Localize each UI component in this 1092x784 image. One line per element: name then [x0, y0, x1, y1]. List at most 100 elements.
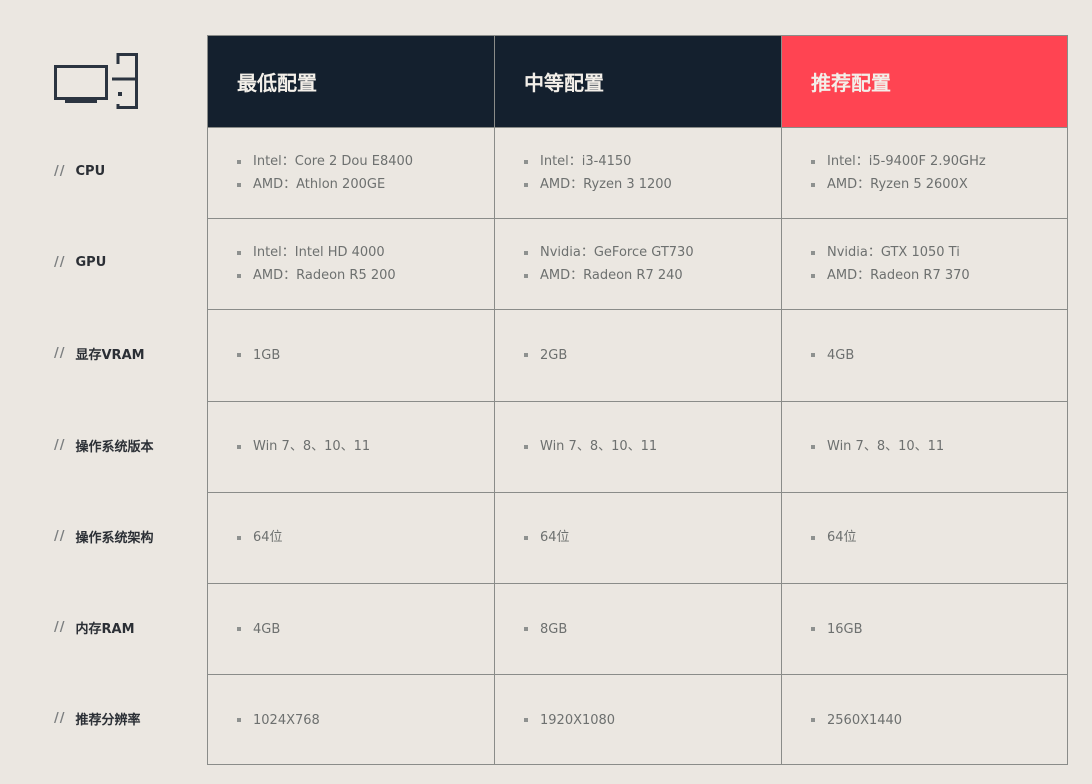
list-item: AMD：Ryzen 3 1200 [524, 173, 781, 196]
bullet-icon [237, 718, 241, 723]
column-header-minimum: 最低配置 [208, 36, 495, 127]
list-item: 64位 [524, 526, 781, 549]
list-item-text: Win 7、8、10、11 [540, 439, 658, 455]
row-label: // 推荐分辨率 [54, 673, 141, 764]
row-prefix: // [54, 346, 66, 361]
table-cell: Nvidia：GeForce GT730 AMD：Radeon R7 240 [495, 218, 782, 310]
table-cell: Win 7、8、10、11 [782, 400, 1067, 492]
row-label: // CPU [54, 126, 105, 217]
list-item: 8GB [524, 618, 781, 641]
list-item: AMD：Ryzen 5 2600X [811, 173, 1067, 196]
list-item: AMD：Radeon R7 370 [811, 264, 1067, 287]
list-item: AMD：Radeon R5 200 [237, 264, 494, 287]
list-item: Win 7、8、10、11 [524, 435, 781, 458]
bullet-icon [237, 273, 241, 278]
table-cell: 1024X768 [208, 674, 495, 766]
table-cell: 64位 [495, 491, 782, 583]
bullet-icon [524, 718, 528, 723]
bullet-icon [524, 250, 528, 255]
row-prefix: // [54, 438, 66, 453]
list-item-text: 8GB [540, 621, 568, 637]
row-prefix: // [54, 255, 66, 270]
list-item: 2GB [524, 344, 781, 367]
bullet-icon [524, 182, 528, 187]
list-item-text: 4GB [253, 621, 281, 637]
list-item-text: 2560X1440 [827, 712, 903, 728]
row-label: // GPU [54, 217, 106, 308]
bullet-icon [811, 159, 815, 164]
column-header-recommended: 推荐配置 [782, 36, 1067, 127]
list-item: Intel：i3-4150 [524, 150, 781, 173]
list-item: Win 7、8、10、11 [811, 435, 1067, 458]
row-label-text: CPU [75, 164, 106, 179]
bullet-icon [811, 627, 815, 632]
bullet-icon [524, 159, 528, 164]
desktop-computer-icon [54, 53, 138, 109]
list-item: 16GB [811, 618, 1067, 641]
list-item-text: 2GB [540, 347, 568, 363]
bullet-icon [237, 535, 241, 540]
row-prefix: // [54, 620, 66, 635]
list-item-text: 16GB [827, 621, 863, 637]
row-label-text: 操作系统版本 [75, 440, 154, 455]
bullet-icon [811, 182, 815, 187]
bullet-icon [524, 627, 528, 632]
list-item: 4GB [811, 344, 1067, 367]
table-cell: 1920X1080 [495, 674, 782, 766]
list-item-text: Intel：i3-4150 [540, 154, 632, 170]
bullet-icon [811, 250, 815, 255]
bullet-icon [237, 159, 241, 164]
table-cell: Intel：Intel HD 4000 AMD：Radeon R5 200 [208, 218, 495, 310]
table-cell: Nvidia：GTX 1050 Ti AMD：Radeon R7 370 [782, 218, 1067, 309]
list-item: AMD：Athlon 200GE [237, 173, 494, 196]
table-cell: 64位 [782, 491, 1067, 583]
table-cell: Intel：i5-9400F 2.90GHz AMD：Ryzen 5 2600X [782, 127, 1067, 218]
bullet-icon [811, 444, 815, 449]
list-item-text: Nvidia：GTX 1050 Ti [827, 245, 960, 261]
list-item: Nvidia：GTX 1050 Ti [811, 241, 1067, 264]
list-item-text: AMD：Radeon R5 200 [253, 268, 396, 284]
row-label-text: 操作系统架构 [75, 531, 154, 546]
list-item: 64位 [237, 526, 494, 549]
bullet-icon [237, 444, 241, 449]
row-prefix: // [54, 529, 66, 544]
bullet-icon [237, 250, 241, 255]
list-item: Intel：i5-9400F 2.90GHz [811, 150, 1067, 173]
bullet-icon [811, 353, 815, 358]
bullet-icon [237, 182, 241, 187]
table-cell: Intel：Core 2 Dou E8400 AMD：Athlon 200GE [208, 127, 495, 219]
table-cell: Win 7、8、10、11 [208, 400, 495, 492]
list-item-text: AMD：Athlon 200GE [253, 177, 386, 193]
table-cell: 2560X1440 [782, 674, 1067, 765]
table-cell: 4GB [208, 582, 495, 675]
list-item-text: AMD：Radeon R7 240 [540, 268, 683, 284]
list-item: 1024X768 [237, 709, 494, 732]
table-cell: 8GB [495, 582, 782, 675]
table-cell: 2GB [495, 309, 782, 401]
row-label: // 显存VRAM [54, 308, 145, 399]
list-item-text: 64位 [540, 530, 570, 546]
table-cell: Win 7、8、10、11 [495, 400, 782, 492]
row-label-text: 推荐分辨率 [75, 713, 141, 728]
row-label-text: 显存VRAM [75, 348, 145, 363]
bullet-icon [524, 353, 528, 358]
list-item: 64位 [811, 526, 1067, 549]
list-item-text: Nvidia：GeForce GT730 [540, 245, 694, 261]
table-cell: 16GB [782, 582, 1067, 674]
list-item-text: AMD：Ryzen 3 1200 [540, 177, 672, 193]
list-item: Intel：Intel HD 4000 [237, 241, 494, 264]
bullet-icon [524, 535, 528, 540]
list-item-text: 4GB [827, 347, 855, 363]
list-item-text: Intel：Core 2 Dou E8400 [253, 154, 414, 170]
list-item: Intel：Core 2 Dou E8400 [237, 150, 494, 173]
list-item: Nvidia：GeForce GT730 [524, 241, 781, 264]
list-item-text: 64位 [253, 530, 283, 546]
bullet-icon [811, 273, 815, 278]
bullet-icon [237, 627, 241, 632]
list-item: 2560X1440 [811, 709, 1067, 732]
row-label: // 内存RAM [54, 582, 135, 673]
list-item-text: AMD：Radeon R7 370 [827, 268, 970, 284]
bullet-icon [524, 273, 528, 278]
column-header-medium: 中等配置 [495, 36, 782, 127]
list-item-text: Win 7、8、10、11 [253, 439, 371, 455]
